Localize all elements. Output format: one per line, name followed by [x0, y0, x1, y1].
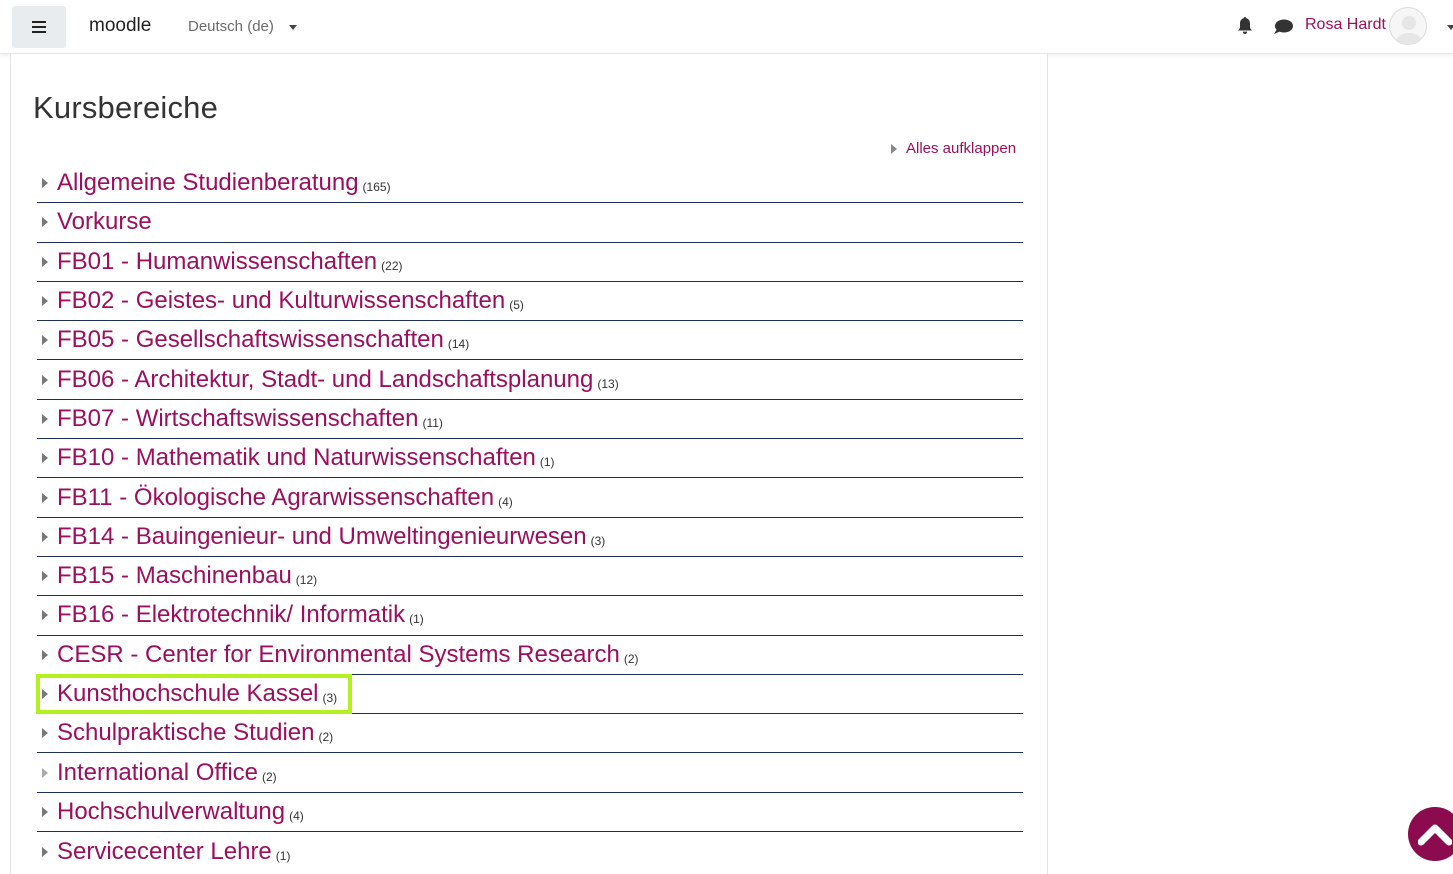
avatar-icon[interactable]: [1389, 7, 1427, 45]
category-link[interactable]: Schulpraktische Studien: [57, 719, 314, 747]
user-name-link[interactable]: Rosa Hardt: [1305, 16, 1386, 34]
bell-icon[interactable]: [1237, 17, 1253, 35]
language-caret-icon[interactable]: [289, 25, 297, 30]
category-link[interactable]: Kunsthochschule Kassel: [57, 680, 319, 708]
category-row[interactable]: FB15 - Maschinenbau (12): [37, 557, 1023, 597]
category-count: (2): [623, 651, 639, 666]
category-link[interactable]: FB07 - Wirtschaftswissenschaften: [57, 405, 418, 433]
category-count: (1): [539, 455, 555, 470]
category-link[interactable]: FB10 - Mathematik und Naturwissenschafte…: [57, 444, 536, 472]
category-count: (12): [295, 573, 318, 588]
category-link[interactable]: FB01 - Humanwissenschaften: [57, 248, 377, 276]
hamburger-icon: [32, 21, 46, 33]
category-count: (4): [498, 494, 513, 509]
category-count: (4): [289, 808, 304, 823]
expand-triangle-icon[interactable]: [42, 806, 48, 817]
category-link[interactable]: CESR - Center for Environmental Systems …: [57, 641, 620, 669]
category-row[interactable]: FB10 - Mathematik und Naturwissenschafte…: [37, 439, 1023, 479]
category-count: (14): [447, 337, 470, 352]
expand-triangle-icon[interactable]: [42, 531, 48, 542]
category-row[interactable]: FB05 - Gesellschaftswissenschaften (14): [37, 321, 1023, 361]
expand-triangle-icon: [891, 143, 897, 154]
category-link[interactable]: FB02 - Geistes- und Kulturwissenschaften: [57, 287, 505, 315]
category-count: (22): [381, 258, 403, 273]
category-link[interactable]: Allgemeine Studienberatung: [57, 169, 359, 197]
category-link[interactable]: International Office: [57, 759, 258, 787]
expand-triangle-icon[interactable]: [42, 453, 48, 464]
category-count: (2): [318, 730, 334, 745]
category-link[interactable]: FB06 - Architektur, Stadt- und Landschaf…: [57, 366, 593, 394]
category-row[interactable]: FB14 - Bauingenieur- und Umweltingenieur…: [37, 518, 1023, 557]
category-count: (1): [409, 612, 424, 627]
expand-all-label: Alles aufklappen: [906, 140, 1017, 157]
category-link[interactable]: FB11 - Ökologische Agrarwissenschaften: [57, 484, 494, 512]
user-menu-caret-icon[interactable]: [1447, 25, 1453, 30]
category-link[interactable]: FB05 - Gesellschaftswissenschaften: [57, 326, 444, 354]
category-row[interactable]: CESR - Center for Environmental Systems …: [37, 636, 1023, 675]
site-brand-link[interactable]: moodle: [89, 15, 151, 37]
expand-triangle-icon[interactable]: [42, 728, 48, 739]
menu-toggle-button[interactable]: [12, 6, 66, 48]
category-row[interactable]: International Office (2): [37, 753, 1023, 793]
language-menu[interactable]: Deutsch (de): [188, 18, 274, 35]
category-count: (11): [422, 415, 443, 430]
category-link[interactable]: Hochschulverwaltung: [57, 798, 285, 826]
expand-triangle-icon[interactable]: [42, 649, 48, 660]
category-row[interactable]: Hochschulverwaltung (4): [37, 793, 1023, 833]
expand-triangle-icon[interactable]: [42, 374, 48, 385]
chat-bubble-icon[interactable]: [1273, 19, 1293, 35]
expand-triangle-icon[interactable]: [42, 178, 48, 189]
category-list: Allgemeine Studienberatung (165) Vorkurs…: [37, 164, 1023, 871]
expand-triangle-icon[interactable]: [42, 335, 48, 346]
back-to-top-button[interactable]: [1408, 807, 1453, 861]
category-count: (165): [362, 180, 391, 195]
category-link[interactable]: FB14 - Bauingenieur- und Umweltingenieur…: [57, 523, 587, 551]
expand-triangle-icon[interactable]: [42, 846, 48, 857]
expand-triangle-icon[interactable]: [42, 217, 48, 228]
collapsed-triangle-icon[interactable]: [42, 767, 48, 778]
expand-triangle-icon[interactable]: [42, 296, 48, 307]
category-row[interactable]: Allgemeine Studienberatung (165): [37, 164, 1023, 204]
category-row[interactable]: FB02 - Geistes- und Kulturwissenschaften…: [37, 282, 1023, 322]
chevron-up-icon: [1418, 824, 1452, 846]
category-row[interactable]: FB06 - Architektur, Stadt- und Landschaf…: [37, 360, 1023, 400]
category-count: (3): [590, 533, 606, 548]
top-navbar: moodle Deutsch (de) Rosa Hardt: [0, 0, 1453, 54]
category-row[interactable]: FB07 - Wirtschaftswissenschaften (11): [37, 400, 1023, 440]
category-count: (13): [597, 376, 619, 391]
category-row[interactable]: Vorkurse: [37, 203, 1023, 243]
category-row[interactable]: FB01 - Humanwissenschaften (22): [37, 243, 1023, 282]
expand-triangle-icon[interactable]: [42, 256, 48, 267]
expand-triangle-icon[interactable]: [42, 610, 48, 621]
expand-all-link[interactable]: Alles aufklappen: [891, 140, 1016, 157]
category-link[interactable]: FB15 - Maschinenbau: [57, 562, 292, 590]
category-count: (1): [275, 848, 291, 863]
category-row[interactable]: Kunsthochschule Kassel (3): [37, 675, 1023, 715]
category-count: (2): [262, 769, 277, 784]
expand-triangle-icon[interactable]: [42, 571, 48, 582]
category-count: (3): [322, 691, 338, 705]
category-count: (5): [509, 298, 524, 313]
expand-triangle-icon[interactable]: [42, 492, 48, 503]
category-row[interactable]: FB16 - Elektrotechnik/ Informatik (1): [37, 596, 1023, 636]
category-row[interactable]: FB11 - Ökologische Agrarwissenschaften (…: [37, 478, 1023, 518]
expand-triangle-icon[interactable]: [42, 413, 48, 424]
category-link[interactable]: Vorkurse: [57, 208, 152, 236]
page-title: Kursbereiche: [33, 90, 219, 125]
category-row[interactable]: Schulpraktische Studien (2): [37, 714, 1023, 754]
expand-triangle-icon[interactable]: [42, 689, 48, 699]
category-link[interactable]: FB16 - Elektrotechnik/ Informatik: [57, 601, 405, 629]
category-row[interactable]: Servicecenter Lehre (1): [37, 832, 1023, 871]
category-link[interactable]: Servicecenter Lehre: [57, 838, 272, 866]
